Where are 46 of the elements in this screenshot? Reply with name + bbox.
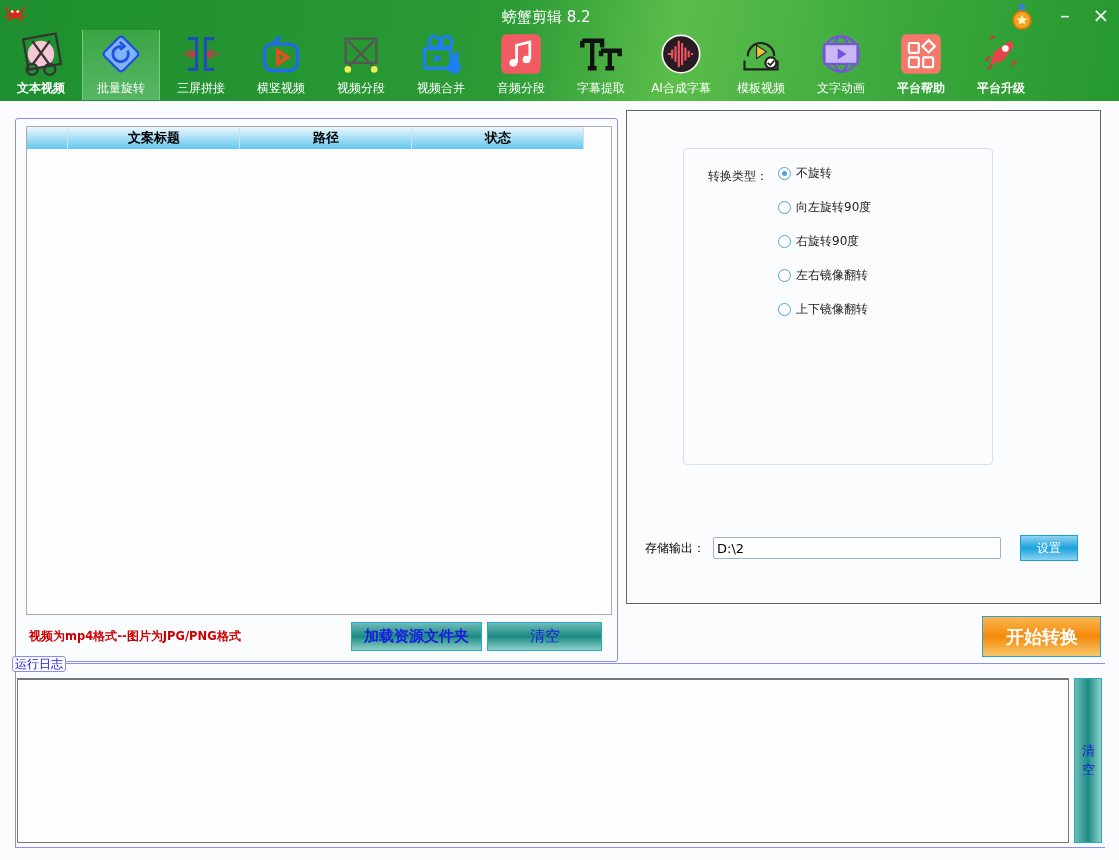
radio-label: 不旋转	[796, 165, 832, 182]
globe-film-icon	[819, 32, 863, 76]
radio-button[interactable]	[778, 303, 791, 316]
toolbar-button[interactable]: AI合成字幕	[642, 30, 720, 100]
toolbar-button[interactable]: 视频分段	[322, 30, 400, 100]
sound-wave-icon	[659, 32, 703, 76]
toolbar-button[interactable]: 视频合并	[402, 30, 480, 100]
film-scissors-icon	[19, 32, 63, 76]
output-path-field[interactable]: D:\2	[713, 537, 1001, 559]
column-header[interactable]: 文案标题	[68, 127, 240, 149]
music-note-icon	[499, 32, 543, 76]
toolbar-button[interactable]: 平台升级	[962, 30, 1040, 100]
column-header[interactable]: 路径	[240, 127, 412, 149]
format-note: 视频为mp4格式--图片为JPG/PNG格式	[28, 629, 242, 644]
medal-icon[interactable]	[1011, 3, 1033, 31]
toolbar-button[interactable]: 横竖视频	[242, 30, 320, 100]
radio-label: 左右镜像翻转	[796, 267, 868, 284]
column-header[interactable]	[27, 127, 68, 149]
clear-button[interactable]: 清空	[487, 622, 602, 651]
radio-button[interactable]	[778, 167, 791, 180]
convert-type-label: 转换类型：	[708, 168, 768, 185]
toolbar-button[interactable]: 批量旋转	[82, 30, 160, 100]
toolbar-button[interactable]: 音频分段	[482, 30, 560, 100]
column-header[interactable]: 状态	[412, 127, 584, 149]
radio-label: 上下镜像翻转	[796, 301, 868, 318]
radio-button[interactable]	[778, 269, 791, 282]
window-title: 螃蟹剪辑 8.2	[502, 8, 591, 27]
settings-button[interactable]: 设置	[1020, 535, 1078, 561]
toolbar-button[interactable]: 三屏拼接	[162, 30, 240, 100]
radio-button[interactable]	[778, 235, 791, 248]
toolbar-button[interactable]: 模板视频	[722, 30, 800, 100]
log-title: 运行日志	[12, 656, 66, 672]
start-convert-button[interactable]: 开始转换	[982, 616, 1101, 657]
minimize-button[interactable]: –	[1047, 3, 1083, 27]
toolbar-button[interactable]: 文本视频	[2, 30, 80, 100]
clear-log-button[interactable]: 清空	[1074, 678, 1102, 843]
toolbar-button[interactable]: 字幕提取	[562, 30, 640, 100]
load-folder-button[interactable]: 加载资源文件夹	[351, 622, 482, 651]
radio-label: 向左旋转90度	[796, 199, 872, 216]
toolbar-button[interactable]: 文字动画	[802, 30, 880, 100]
close-button[interactable]: ×	[1083, 3, 1119, 27]
output-label: 存储输出：	[645, 539, 706, 557]
radio-label: 右旋转90度	[796, 233, 860, 250]
radio-button[interactable]	[778, 201, 791, 214]
toolbar-button[interactable]: 平台帮助	[882, 30, 960, 100]
apps-grid-icon	[899, 32, 943, 76]
